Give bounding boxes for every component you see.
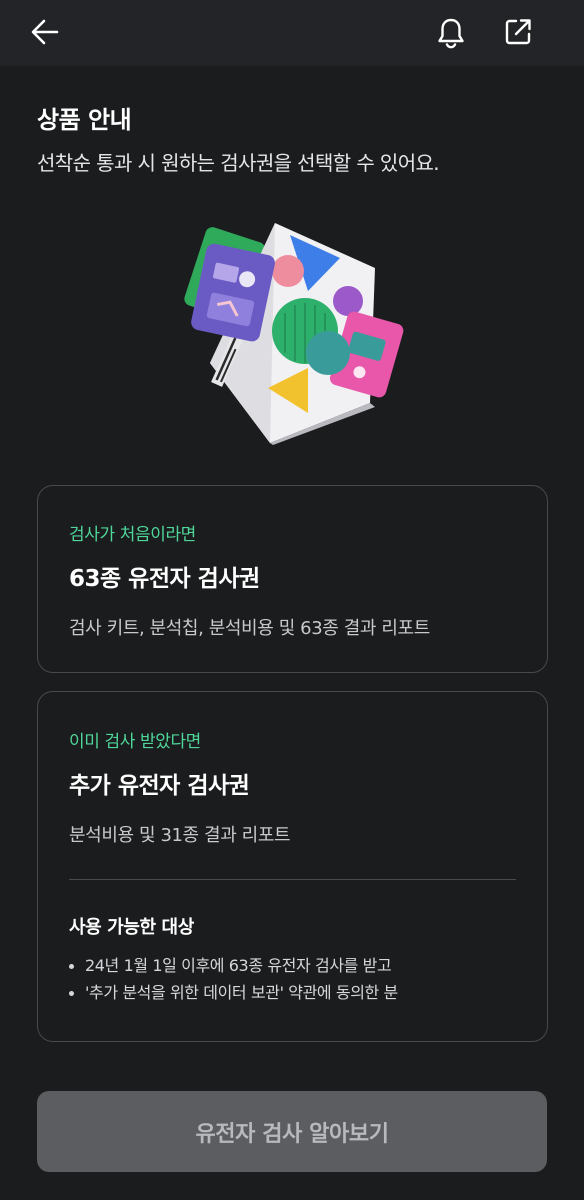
bell-icon: [438, 18, 464, 49]
back-button[interactable]: [21, 8, 69, 56]
card-eyebrow: 이미 검사 받았다면: [69, 732, 201, 752]
eligible-list: 24년 1월 1일 이후에 63종 유전자 검사를 받고 '추가 분석을 위한 …: [69, 954, 398, 1008]
notification-button[interactable]: [427, 9, 475, 57]
card-title: 추가 유전자 검사권: [69, 773, 250, 799]
eligible-item: 24년 1월 1일 이후에 63종 유전자 검사를 받고: [69, 954, 398, 978]
eligible-heading: 사용 가능한 대상: [69, 917, 194, 938]
top-app-bar: [0, 0, 584, 66]
divider: [69, 879, 516, 880]
eligible-item: '추가 분석을 위한 데이터 보관' 약관에 동의한 분: [69, 981, 398, 1005]
card-title: 63종 유전자 검사권: [69, 566, 260, 592]
card-description: 검사 키트, 분석칩, 분석비용 및 63종 결과 리포트: [69, 618, 430, 639]
page-title: 상품 안내: [37, 106, 132, 134]
external-share-icon: [505, 19, 531, 45]
test-kit-illustration: [184, 223, 404, 445]
card-eyebrow: 검사가 처음이라면: [69, 525, 196, 545]
learn-genetic-test-button[interactable]: 유전자 검사 알아보기: [37, 1091, 547, 1172]
product-card-new-test[interactable]: 검사가 처음이라면 63종 유전자 검사권 검사 키트, 분석칩, 분석비용 및…: [37, 485, 548, 673]
arrow-left-icon: [31, 19, 59, 45]
product-card-additional-test[interactable]: 이미 검사 받았다면 추가 유전자 검사권 분석비용 및 31종 결과 리포트 …: [37, 691, 548, 1042]
card-description: 분석비용 및 31종 결과 리포트: [69, 825, 291, 846]
page-subtitle: 선착순 통과 시 원하는 검사권을 선택할 수 있어요.: [37, 151, 440, 175]
share-button[interactable]: [494, 8, 542, 56]
